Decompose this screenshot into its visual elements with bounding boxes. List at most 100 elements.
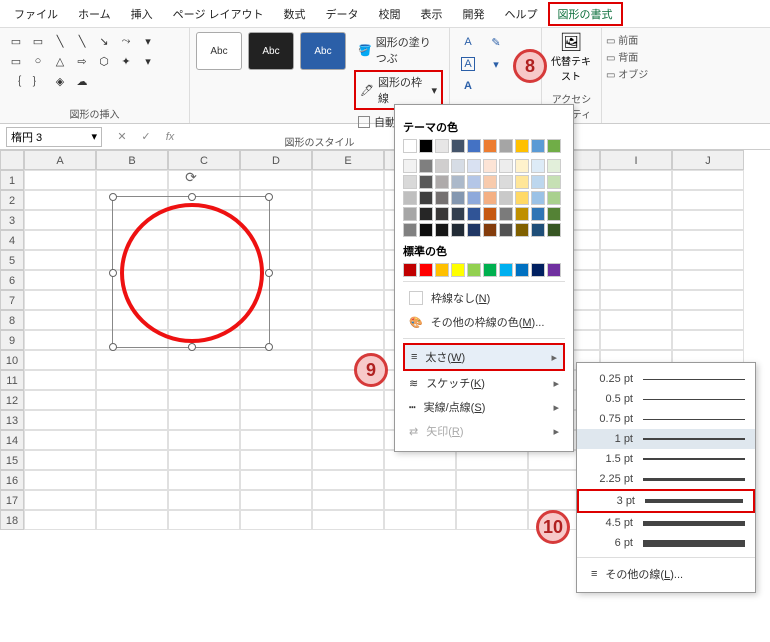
color-swatch[interactable]	[515, 159, 529, 173]
style-swatch-2[interactable]: Abc	[248, 32, 294, 70]
cell[interactable]	[240, 430, 312, 450]
cell[interactable]	[168, 370, 240, 390]
shape-hex-icon[interactable]: ⬡	[94, 52, 114, 70]
color-swatch[interactable]	[467, 263, 481, 277]
selection-pane-button[interactable]: ▭ オブジ	[606, 66, 648, 81]
color-swatch[interactable]	[451, 175, 465, 189]
cell[interactable]	[600, 270, 672, 290]
color-swatch[interactable]	[403, 207, 417, 221]
cell[interactable]	[672, 190, 744, 210]
color-swatch[interactable]	[499, 223, 513, 237]
row-header[interactable]: 15	[0, 450, 24, 470]
color-swatch[interactable]	[515, 175, 529, 189]
menu-file[interactable]: ファイル	[4, 2, 68, 26]
color-swatch[interactable]	[483, 139, 497, 153]
shape-line-icon[interactable]: ╲	[50, 32, 70, 50]
color-swatch[interactable]	[483, 223, 497, 237]
color-swatch[interactable]	[451, 207, 465, 221]
row-header[interactable]: 12	[0, 390, 24, 410]
col-header[interactable]: D	[240, 150, 312, 170]
color-swatch[interactable]	[467, 223, 481, 237]
cell[interactable]	[168, 170, 240, 190]
row-header[interactable]: 3	[0, 210, 24, 230]
cell[interactable]	[96, 490, 168, 510]
color-swatch[interactable]	[419, 263, 433, 277]
color-swatch[interactable]	[531, 191, 545, 205]
cell[interactable]	[312, 330, 384, 350]
cell[interactable]	[456, 490, 528, 510]
cell[interactable]	[96, 410, 168, 430]
style-gallery[interactable]: Abc Abc Abc	[196, 32, 346, 132]
color-swatch[interactable]	[419, 159, 433, 173]
cell[interactable]	[456, 470, 528, 490]
color-swatch[interactable]	[499, 159, 513, 173]
color-swatch[interactable]	[531, 207, 545, 221]
cell[interactable]	[168, 390, 240, 410]
color-swatch[interactable]	[499, 263, 513, 277]
color-swatch[interactable]	[547, 207, 561, 221]
cell[interactable]	[312, 170, 384, 190]
shapes-gallery[interactable]: ▭ ▭ ╲ ╲ ↘ ⤳ ▾ ▭ ○ △ ⇨ ⬡ ✦ ▾ ｛ ｝ ◈ ☁	[6, 32, 183, 90]
cell[interactable]	[384, 450, 456, 470]
color-swatch[interactable]	[403, 159, 417, 173]
no-outline-item[interactable]: 枠線なし(N)	[403, 286, 565, 310]
row-header[interactable]: 7	[0, 290, 24, 310]
color-swatch[interactable]	[515, 223, 529, 237]
cell[interactable]	[24, 170, 96, 190]
check-icon[interactable]: ✓	[138, 130, 154, 143]
cell[interactable]	[672, 290, 744, 310]
cell[interactable]	[600, 250, 672, 270]
cell[interactable]	[456, 510, 528, 530]
color-swatch[interactable]	[515, 191, 529, 205]
cell[interactable]	[96, 430, 168, 450]
cell[interactable]	[24, 350, 96, 370]
cell[interactable]	[240, 390, 312, 410]
row-header[interactable]: 8	[0, 310, 24, 330]
cell[interactable]	[24, 450, 96, 470]
cell[interactable]	[240, 450, 312, 470]
color-swatch[interactable]	[435, 191, 449, 205]
handle-nw[interactable]	[109, 193, 117, 201]
weight-option[interactable]: 1.5 pt	[577, 449, 755, 469]
cell[interactable]	[312, 450, 384, 470]
color-swatch[interactable]	[403, 139, 417, 153]
cell[interactable]	[384, 510, 456, 530]
color-swatch[interactable]	[435, 139, 449, 153]
menu-home[interactable]: ホーム	[68, 2, 121, 26]
row-header[interactable]: 2	[0, 190, 24, 210]
row-header[interactable]: 11	[0, 370, 24, 390]
color-swatch[interactable]	[531, 159, 545, 173]
cancel-icon[interactable]: ✕	[114, 130, 130, 143]
cell[interactable]	[24, 230, 96, 250]
cell[interactable]	[96, 470, 168, 490]
cell[interactable]	[24, 490, 96, 510]
color-swatch[interactable]	[435, 263, 449, 277]
row-header[interactable]: 1	[0, 170, 24, 190]
cell[interactable]	[24, 410, 96, 430]
color-swatch[interactable]	[515, 207, 529, 221]
cell[interactable]	[240, 470, 312, 490]
menu-view[interactable]: 表示	[411, 2, 453, 26]
col-header[interactable]: I	[600, 150, 672, 170]
row-header[interactable]: 4	[0, 230, 24, 250]
bring-front-button[interactable]: ▭ 前面	[606, 32, 648, 47]
cell[interactable]	[240, 170, 312, 190]
row-header[interactable]: 14	[0, 430, 24, 450]
cell[interactable]	[312, 250, 384, 270]
shape-cloud-icon[interactable]: ☁	[72, 72, 92, 90]
fx-icon[interactable]: fx	[162, 131, 178, 143]
handle-s[interactable]	[188, 343, 196, 351]
shape-oval-icon[interactable]: ○	[28, 52, 48, 70]
shape-connector-icon[interactable]: ⤳	[116, 32, 136, 50]
cell[interactable]	[672, 250, 744, 270]
handle-ne[interactable]	[265, 193, 273, 201]
cell[interactable]	[312, 210, 384, 230]
color-swatch[interactable]	[547, 175, 561, 189]
cell[interactable]	[96, 390, 168, 410]
cell[interactable]	[24, 470, 96, 490]
cell[interactable]	[312, 430, 384, 450]
wa-more-icon[interactable]: ▾	[484, 54, 508, 74]
cell[interactable]	[168, 470, 240, 490]
weight-option[interactable]: 0.25 pt	[577, 369, 755, 389]
row-header[interactable]: 6	[0, 270, 24, 290]
